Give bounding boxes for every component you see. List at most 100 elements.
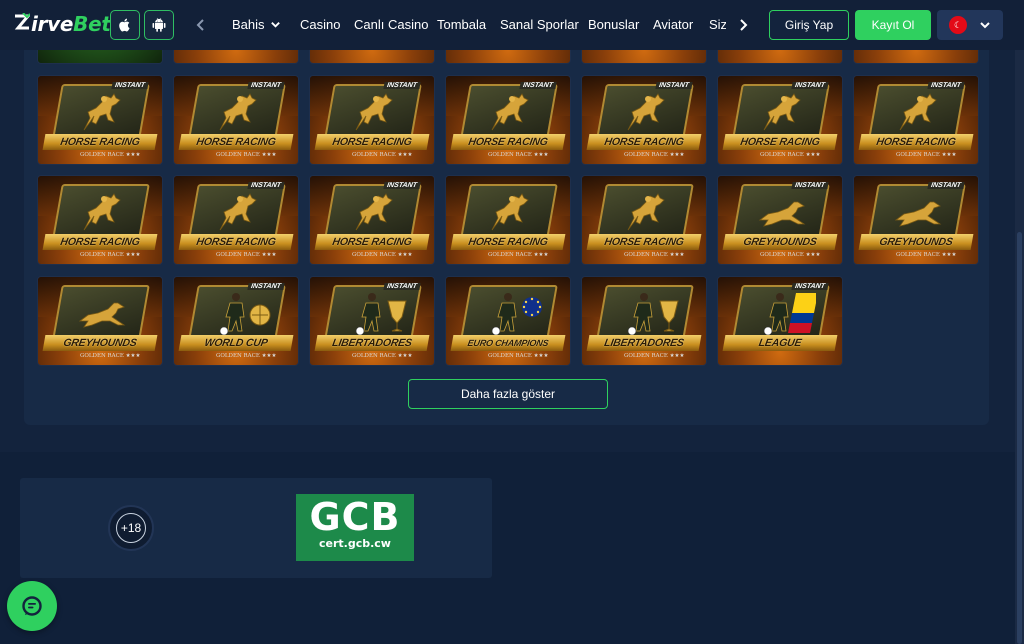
horse-icon xyxy=(350,90,398,136)
provider-brand: GOLDEN RACE ★★★ xyxy=(80,152,141,158)
game-tile-horse-racing[interactable]: HORSE RACING GOLDEN RACE ★★★ xyxy=(445,175,571,265)
horse-icon xyxy=(622,190,670,236)
cup-emblem-icon xyxy=(638,293,680,333)
instant-badge: INSTANT xyxy=(655,82,693,89)
game-tile-horse-racing[interactable]: INSTANT HORSE RACING GOLDEN RACE ★★★ xyxy=(309,75,435,165)
age-label: +18 xyxy=(116,513,146,543)
horse-icon xyxy=(486,90,534,136)
nav-item-label: Aviator xyxy=(653,17,694,32)
android-app-button[interactable] xyxy=(144,10,174,40)
nav-item-sanal-sporlar[interactable]: Sanal Sporlar xyxy=(500,17,579,32)
game-title: HORSE RACING xyxy=(722,134,838,150)
game-title: LIBERTADORES xyxy=(586,335,702,351)
greyhound-icon xyxy=(78,291,126,337)
game-title: HORSE RACING xyxy=(314,234,430,250)
game-tile-horse-racing[interactable]: INSTANT HORSE RACING GOLDEN RACE ★★★ xyxy=(445,75,571,165)
instant-badge: INSTANT xyxy=(247,82,285,89)
game-title: EURO CHAMPIONS xyxy=(450,335,566,351)
nav-item-aviator[interactable]: Aviator xyxy=(653,17,693,32)
game-tile-horse-racing[interactable]: HORSE RACING GOLDEN RACE ★★★ xyxy=(581,175,707,265)
nav-item-sizin[interactable]: Sizi xyxy=(709,17,726,32)
game-tile-horse-racing[interactable]: INSTANT HORSE RACING GOLDEN RACE ★★★ xyxy=(37,75,163,165)
turkey-flag-icon: ☾ xyxy=(949,16,967,34)
horse-icon xyxy=(214,90,262,136)
main-nav: Bahis Casino Canlı Casino Tombala Sanal … xyxy=(224,0,726,50)
game-tile-horse-racing[interactable]: INSTANT HORSE RACING GOLDEN RACE ★★★ xyxy=(173,75,299,165)
nav-item-tombala[interactable]: Tombala xyxy=(437,17,486,32)
game-tile-world-cup[interactable]: INSTANT WORLD CUP GOLDEN RACE ★★★ xyxy=(173,276,299,366)
game-tile-horse-racing[interactable]: INSTANT HORSE RACING GOLDEN RACE ★★★ xyxy=(581,75,707,165)
game-title: GREYHOUNDS xyxy=(858,234,974,250)
game-tile-greyhounds[interactable]: INSTANT GREYHOUNDS GOLDEN RACE ★★★ xyxy=(717,175,843,265)
horse-icon xyxy=(622,90,670,136)
nav-item-canli-casino[interactable]: Canlı Casino xyxy=(354,17,428,32)
provider-brand: GOLDEN RACE ★★★ xyxy=(352,152,413,158)
android-icon xyxy=(152,17,166,32)
nav-item-label: Bonuslar xyxy=(588,17,640,32)
game-tile-libertadores[interactable]: INSTANT LIBERTADORES GOLDEN RACE ★★★ xyxy=(309,276,435,366)
page-scrollbar[interactable] xyxy=(1015,0,1024,644)
scrollbar-thumb[interactable] xyxy=(1017,232,1022,644)
game-tile-horse-racing[interactable]: INSTANT HORSE RACING GOLDEN RACE ★★★ xyxy=(853,75,979,165)
game-title: WORLD CUP xyxy=(178,335,294,351)
provider-brand: GOLDEN RACE ★★★ xyxy=(624,152,685,158)
instant-badge: INSTANT xyxy=(383,82,421,89)
provider-brand: GOLDEN RACE ★★★ xyxy=(760,252,821,258)
instant-badge: INSTANT xyxy=(791,283,829,290)
game-tile-horse-racing[interactable]: INSTANT HORSE RACING GOLDEN RACE ★★★ xyxy=(173,175,299,265)
show-more-button[interactable]: Daha fazla göster xyxy=(408,379,608,409)
register-button[interactable]: Kayıt Ol xyxy=(855,10,931,40)
top-navbar: irve Bet Bahis Casino Canlı Casino Tomba… xyxy=(0,0,1024,50)
game-tile-horse-racing[interactable]: HORSE RACING GOLDEN RACE ★★★ xyxy=(37,175,163,265)
nav-item-label: Casino xyxy=(300,17,341,32)
nav-item-casino[interactable]: Casino xyxy=(300,17,340,32)
instant-badge: INSTANT xyxy=(927,82,965,89)
instant-badge: INSTANT xyxy=(519,82,557,89)
game-tile-libertadores[interactable]: LIBERTADORES GOLDEN RACE ★★★ xyxy=(581,276,707,366)
game-tile-league[interactable]: INSTANT LEAGUE xyxy=(717,276,843,366)
nav-scroll-left-button[interactable] xyxy=(190,14,212,36)
horse-icon xyxy=(78,90,126,136)
game-title: HORSE RACING xyxy=(450,234,566,250)
game-title: HORSE RACING xyxy=(450,134,566,150)
license-section xyxy=(20,478,492,578)
instant-badge: INSTANT xyxy=(383,283,421,290)
nav-item-bonuslar[interactable]: Bonuslar xyxy=(588,17,639,32)
zirvebet-logo[interactable]: irve Bet xyxy=(14,12,111,36)
provider-brand: GOLDEN RACE ★★★ xyxy=(488,353,549,359)
apple-icon xyxy=(119,18,130,32)
nav-scroll-right-button[interactable] xyxy=(732,14,754,36)
nav-item-label: Tombala xyxy=(437,17,487,32)
logo-z-mark xyxy=(14,12,32,30)
provider-brand: GOLDEN RACE ★★★ xyxy=(624,353,685,359)
ios-app-button[interactable] xyxy=(110,10,140,40)
language-selector[interactable]: ☾ xyxy=(937,10,1003,40)
game-tile-greyhounds[interactable]: INSTANT GREYHOUNDS GOLDEN RACE ★★★ xyxy=(853,175,979,265)
nav-item-label: Canlı Casino xyxy=(354,17,429,32)
provider-brand: GOLDEN RACE ★★★ xyxy=(896,252,957,258)
provider-brand: GOLDEN RACE ★★★ xyxy=(352,353,413,359)
chevron-down-icon xyxy=(980,22,990,29)
instant-badge: INSTANT xyxy=(247,182,285,189)
game-tile-horse-racing[interactable]: INSTANT HORSE RACING GOLDEN RACE ★★★ xyxy=(717,75,843,165)
horse-icon xyxy=(78,190,126,236)
provider-brand: GOLDEN RACE ★★★ xyxy=(216,252,277,258)
game-tile-horse-racing[interactable]: INSTANT HORSE RACING GOLDEN RACE ★★★ xyxy=(309,175,435,265)
gcb-license-logo[interactable]: GCB cert.gcb.cw xyxy=(296,494,414,561)
nav-item-label: Sanal Sporlar xyxy=(500,17,579,32)
globe-emblem-icon xyxy=(230,293,272,333)
provider-brand: GOLDEN RACE ★★★ xyxy=(216,353,277,359)
nav-item-bahis[interactable]: Bahis xyxy=(232,17,281,32)
live-chat-button[interactable] xyxy=(7,581,57,631)
login-button[interactable]: Giriş Yap xyxy=(769,10,849,40)
game-tile-greyhounds[interactable]: GREYHOUNDS GOLDEN RACE ★★★ xyxy=(37,276,163,366)
game-title: GREYHOUNDS xyxy=(722,234,838,250)
chevron-left-icon xyxy=(196,19,204,31)
game-tile-euro-champions[interactable]: EURO CHAMPIONS GOLDEN RACE ★★★ xyxy=(445,276,571,366)
nav-item-label: Sizi xyxy=(709,17,726,32)
instant-badge: INSTANT xyxy=(383,182,421,189)
horse-icon xyxy=(214,190,262,236)
horse-icon xyxy=(894,90,942,136)
instant-badge: INSTANT xyxy=(247,283,285,290)
game-title: GREYHOUNDS xyxy=(42,335,158,351)
